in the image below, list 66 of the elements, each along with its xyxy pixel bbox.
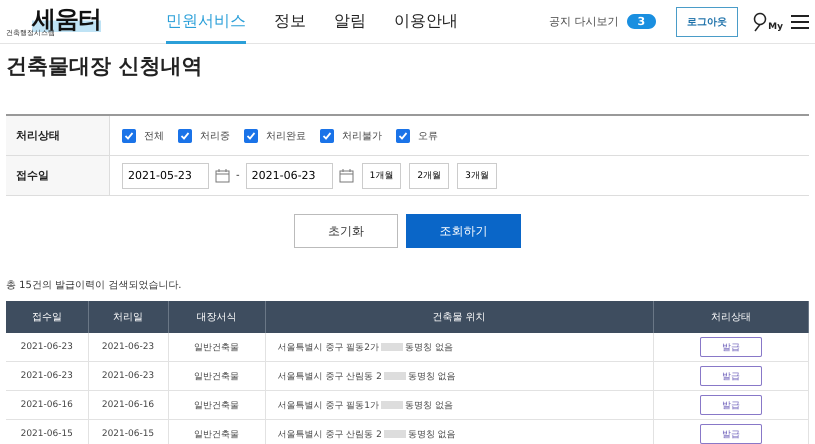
issue-button[interactable]: 발급 (700, 366, 762, 386)
address-text: 동명칭 없음 (408, 372, 456, 382)
table-cell: 일반건축물 (168, 390, 265, 420)
nav-tab[interactable]: 알림 (334, 0, 366, 44)
table-cell: 2021-06-23 (6, 333, 88, 362)
issue-button[interactable]: 발급 (700, 337, 762, 357)
search-button[interactable]: 조회하기 (406, 214, 521, 248)
page-title: 건축물대장 신청내역 (6, 53, 204, 80)
checkbox[interactable] (320, 128, 334, 142)
menu-icon[interactable] (791, 14, 809, 30)
column-header: 건축물 위치 (265, 301, 653, 333)
address-text: 서울특별시 중구 산림동 2 (278, 372, 382, 382)
table-cell: 2021-06-16 (6, 390, 88, 420)
address-text: 서울특별시 중구 필동2가 (278, 342, 379, 352)
nav-tab[interactable]: 정보 (274, 0, 306, 44)
result-count: 총 15건의 발급이력이 검색되었습니다. (6, 279, 182, 292)
address-text: 서울특별시 중구 산림동 2 (278, 430, 382, 440)
table-cell: 2021-06-23 (88, 333, 168, 362)
column-header: 처리상태 (653, 301, 808, 333)
nav-tab[interactable]: 이용안내 (394, 0, 458, 44)
notice-count: 3 (626, 14, 656, 29)
logo-name[interactable]: 세움터 (32, 6, 101, 32)
my-label[interactable]: My (768, 22, 783, 32)
date-field[interactable]: 2021-06-23 (246, 162, 333, 188)
filter-label: 처리상태 (6, 116, 110, 155)
table-cell: 2021-06-16 (88, 390, 168, 420)
table-cell: 2021-06-15 (88, 420, 168, 444)
date-field[interactable]: 2021-05-23 (122, 162, 209, 188)
address-text: 동명칭 없음 (404, 342, 453, 352)
address-text: 동명칭 없음 (404, 400, 453, 410)
calendar-icon[interactable] (215, 168, 230, 183)
checkbox[interactable] (122, 128, 136, 142)
table-cell: 2021-06-23 (88, 362, 168, 390)
period-button[interactable]: 2개월 (409, 162, 450, 188)
table-cell: 2021-06-23 (6, 362, 88, 390)
column-header: 접수일 (6, 301, 88, 333)
period-button[interactable]: 3개월 (457, 162, 497, 188)
checkbox-label[interactable]: 처리완료 (266, 128, 306, 142)
address-text: 서울특별시 중구 필동1가 (278, 400, 379, 410)
checkbox-label[interactable]: 전체 (144, 128, 164, 142)
address-text: 동명칭 없음 (408, 430, 456, 440)
reset-button[interactable]: 초기화 (294, 214, 398, 248)
table-cell: 일반건축물 (168, 362, 265, 390)
checkbox[interactable] (178, 128, 192, 142)
logout-button[interactable]: 로그아웃 (676, 6, 738, 36)
redaction-mark (380, 401, 403, 410)
column-header: 처리일 (88, 301, 168, 333)
issue-button[interactable]: 발급 (700, 395, 762, 415)
notice-link[interactable]: 공지 다시보기 (549, 14, 619, 29)
range-separator: - (236, 170, 240, 181)
redaction-mark (380, 343, 403, 352)
column-header: 대장서식 (168, 301, 265, 333)
checkbox[interactable] (244, 128, 258, 142)
table-cell: 일반건축물 (168, 333, 265, 362)
redaction-mark (384, 372, 406, 380)
table-cell: 일반건축물 (168, 420, 265, 444)
checkbox-label[interactable]: 처리불가 (342, 128, 382, 142)
checkbox-label[interactable]: 오류 (418, 128, 438, 142)
issue-button[interactable]: 발급 (700, 424, 762, 444)
calendar-icon[interactable] (338, 168, 354, 183)
table-cell: 2021-06-15 (6, 420, 88, 444)
redaction-mark (384, 430, 406, 438)
filter-label: 접수일 (6, 156, 110, 195)
checkbox-label[interactable]: 처리중 (200, 128, 230, 142)
period-button[interactable]: 1개월 (362, 162, 402, 188)
checkbox[interactable] (396, 128, 410, 142)
